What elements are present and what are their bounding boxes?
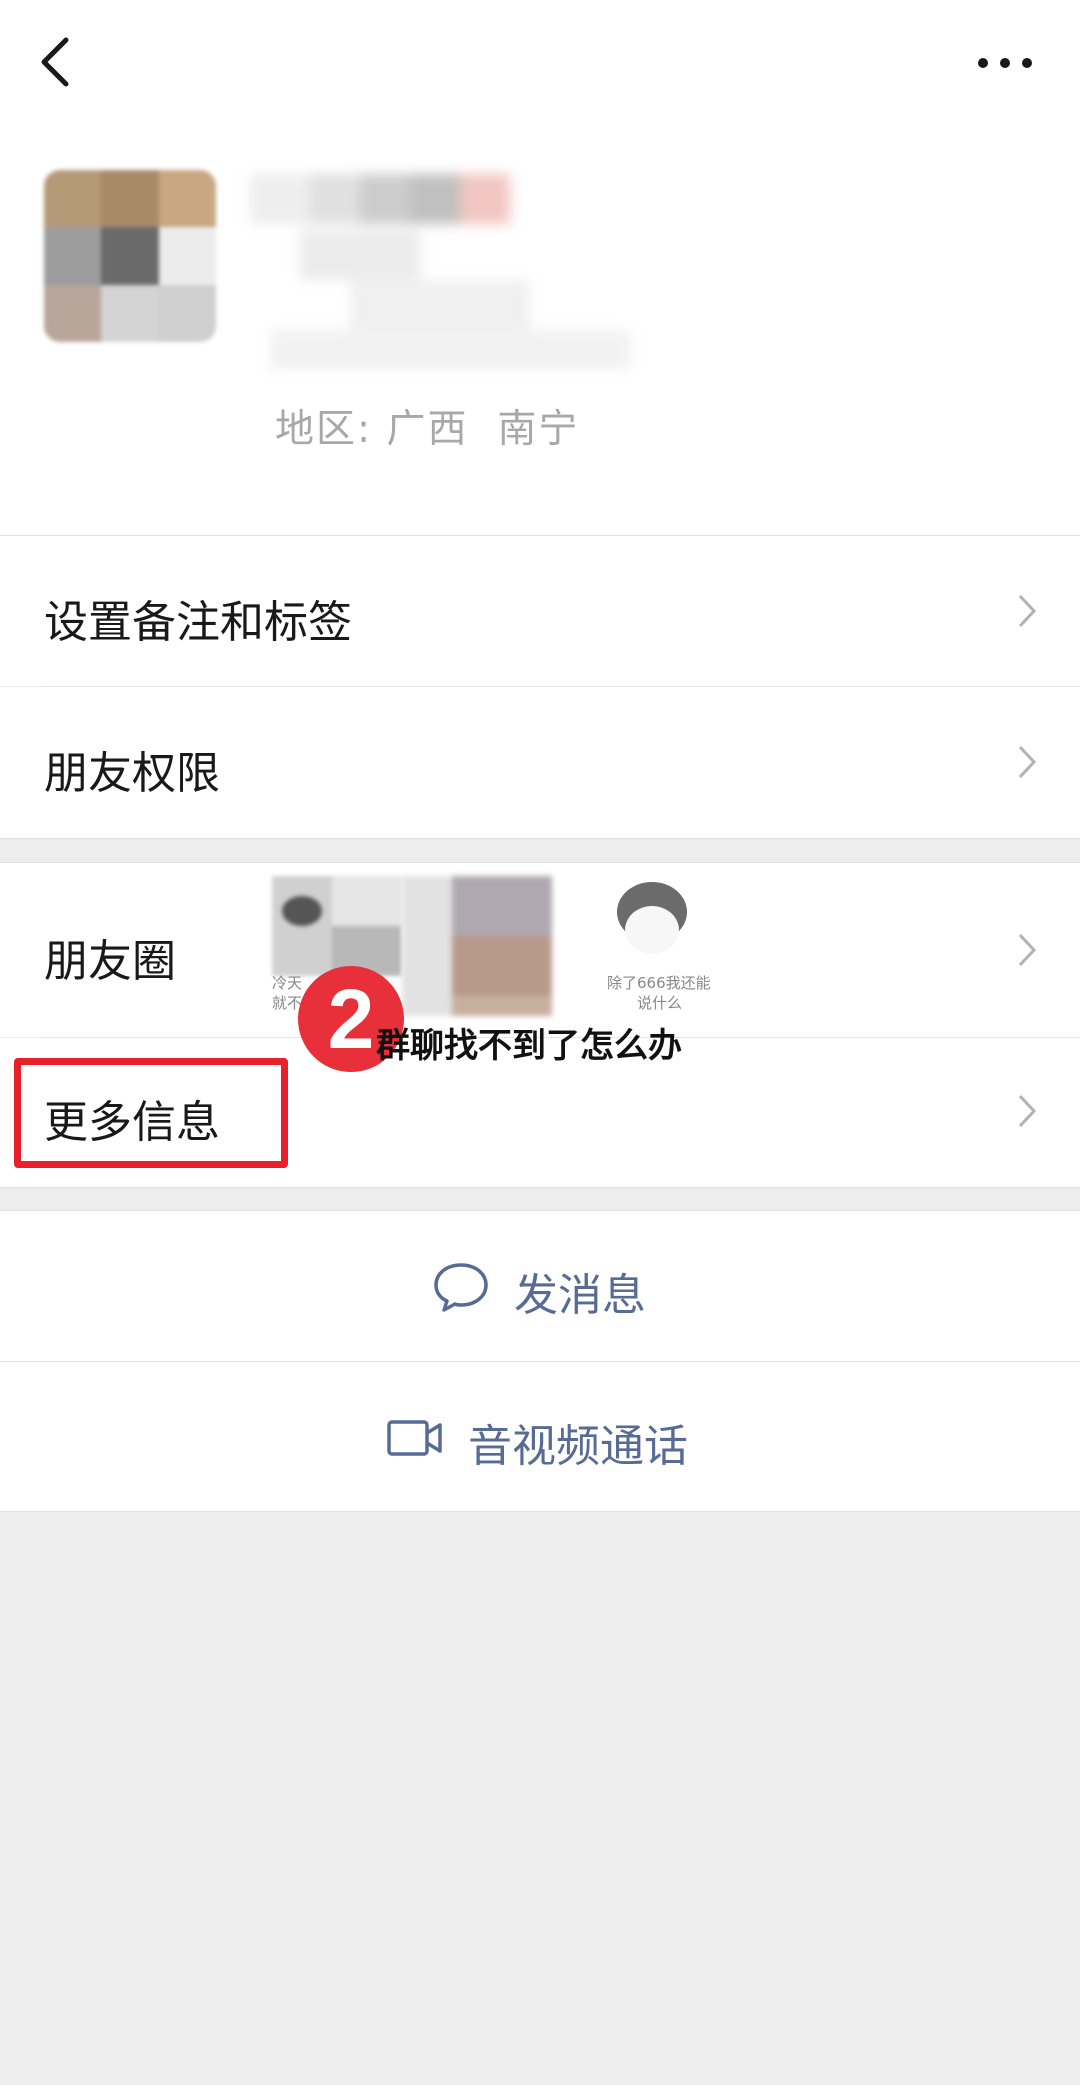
send-message-label: 发消息 bbox=[514, 1270, 646, 1321]
highlight-box bbox=[14, 1058, 288, 1168]
moments-label: 朋友圈 bbox=[44, 936, 176, 987]
avatar[interactable] bbox=[44, 170, 216, 342]
chevron-right-icon bbox=[1018, 594, 1037, 628]
video-call-button[interactable]: 音视频通话 bbox=[0, 1362, 1080, 1511]
chevron-left-icon[interactable] bbox=[36, 34, 76, 90]
profile-header: 地区: 广西 南宁 bbox=[0, 0, 1080, 535]
chevron-right-icon bbox=[1018, 745, 1037, 779]
chevron-right-icon bbox=[1018, 1094, 1037, 1128]
divider bbox=[0, 1187, 1080, 1188]
blurred-nickname bbox=[250, 170, 650, 370]
friend-permissions-label: 朋友权限 bbox=[44, 748, 220, 799]
video-camera-icon bbox=[387, 1420, 442, 1456]
region-line: 地区: 广西 南宁 bbox=[275, 398, 579, 454]
moment-caption: 说什么 bbox=[637, 994, 683, 1012]
divider bbox=[0, 838, 1080, 839]
remark-tags-label: 设置备注和标签 bbox=[44, 597, 352, 648]
send-message-button[interactable]: 发消息 bbox=[0, 1211, 1080, 1361]
video-call-label: 音视频通话 bbox=[468, 1421, 688, 1472]
moment-thumb bbox=[272, 876, 402, 976]
region-label: 地区: bbox=[275, 407, 373, 452]
moment-caption: 除了666我还能 bbox=[607, 974, 711, 992]
overlay-banner: 群聊找不到了怎么办 bbox=[376, 1026, 682, 1066]
ellipsis-icon[interactable] bbox=[975, 48, 1035, 78]
moment-thumb bbox=[597, 876, 712, 976]
region-value: 广西 南宁 bbox=[386, 407, 580, 452]
friend-permissions-row[interactable]: 朋友权限 bbox=[0, 687, 1080, 838]
moment-thumb bbox=[402, 876, 552, 1016]
chat-bubble-icon bbox=[434, 1263, 488, 1312]
chevron-right-icon bbox=[1018, 933, 1037, 967]
divider bbox=[0, 1511, 1080, 1512]
remark-tags-row[interactable]: 设置备注和标签 bbox=[0, 536, 1080, 686]
